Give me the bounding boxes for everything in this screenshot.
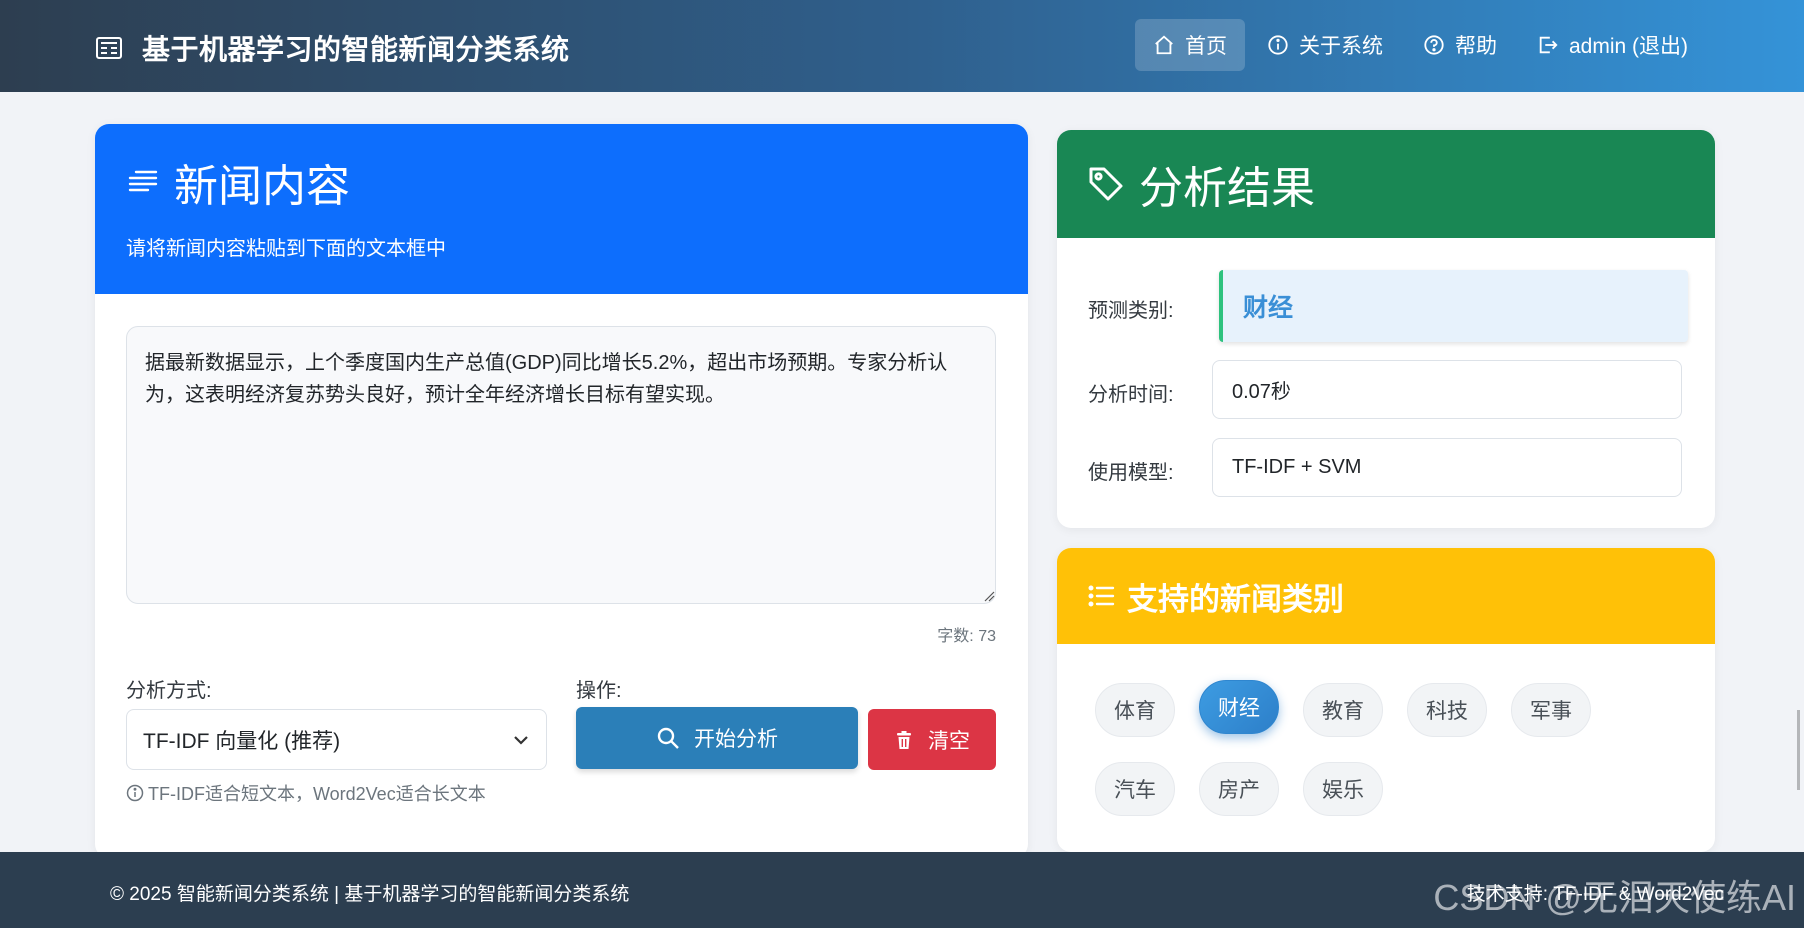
category-chip-tech[interactable]: 科技: [1407, 683, 1487, 737]
nav-item-label: 帮助: [1454, 35, 1497, 58]
category-chip-military[interactable]: 军事: [1511, 683, 1591, 737]
nav-item-label: admin (退出): [1568, 35, 1688, 58]
tag-icon: [1089, 167, 1123, 201]
category-chip-entertainment[interactable]: 娱乐: [1303, 762, 1383, 816]
home-icon: [1155, 35, 1173, 55]
nav-item-logout[interactable]: admin (退出): [1519, 19, 1706, 71]
method-select-value: TF-IDF 向量化 (推荐): [143, 729, 341, 753]
brand-title: 基于机器学习的智能新闻分类系统: [142, 34, 570, 65]
clear-button[interactable]: 清空: [868, 709, 996, 770]
nav-menu: 首页 关于系统 帮助 admin (退出): [1131, 19, 1706, 71]
news-card-header: 新闻内容 请将新闻内容粘贴到下面的文本框中: [95, 124, 1028, 294]
list-icon: [1088, 585, 1115, 607]
info-icon: [1268, 35, 1288, 55]
action-label: 操作:: [576, 680, 622, 702]
brand[interactable]: 基于机器学习的智能新闻分类系统: [94, 28, 570, 68]
help-icon: [1424, 35, 1444, 55]
method-label: 分析方式:: [126, 680, 212, 702]
news-textarea[interactable]: 据最新数据显示，上个季度国内生产总值(GDP)同比增长5.2%，超出市场预期。专…: [126, 326, 996, 604]
logout-icon: [1539, 36, 1558, 54]
resize-grip-icon[interactable]: [983, 590, 995, 602]
nav-item-label: 首页: [1184, 35, 1227, 58]
method-hint-text: TF-IDF适合短文本，Word2Vec适合长文本: [148, 784, 486, 804]
news-card-subtitle: 请将新闻内容粘贴到下面的文本框中: [126, 238, 446, 260]
categories-card: 支持的新闻类别 体育 财经 教育 科技 军事 汽车 房产 娱乐: [1057, 548, 1715, 852]
method-select[interactable]: TF-IDF 向量化 (推荐): [126, 709, 547, 770]
category-chip-education[interactable]: 教育: [1303, 683, 1383, 737]
result-card: 分析结果 预测类别: 财经 分析时间: 0.07秒 使用模型: TF-IDF +…: [1057, 130, 1715, 528]
text-lines-icon: [128, 170, 158, 192]
category-chip-realestate[interactable]: 房产: [1199, 762, 1279, 816]
nav-item-label: 关于系统: [1298, 35, 1383, 58]
char-count: 字数: 73: [937, 628, 996, 645]
result-card-title: 分析结果: [1139, 164, 1315, 213]
method-hint: TF-IDF适合短文本，Word2Vec适合长文本: [126, 780, 486, 806]
predicted-value: 财经: [1219, 270, 1688, 342]
category-chip-finance[interactable]: 财经: [1199, 680, 1279, 734]
chevron-down-icon: [514, 735, 528, 745]
info-icon: [126, 784, 144, 802]
news-card: 新闻内容 请将新闻内容粘贴到下面的文本框中 据最新数据显示，上个季度国内生产总值…: [95, 124, 1028, 858]
time-label: 分析时间:: [1088, 384, 1174, 406]
time-value: 0.07秒: [1212, 360, 1682, 419]
result-card-header: 分析结果: [1057, 130, 1715, 238]
nav-item-home[interactable]: 首页: [1134, 19, 1245, 71]
trash-icon: [897, 730, 911, 749]
search-icon: [657, 727, 679, 749]
nav-item-about[interactable]: 关于系统: [1249, 19, 1401, 71]
category-chip-sports[interactable]: 体育: [1095, 683, 1175, 737]
footer: © 2025 智能新闻分类系统 | 基于机器学习的智能新闻分类系统 技术支持: …: [0, 852, 1804, 928]
categories-card-title: 支持的新闻类别: [1127, 581, 1344, 617]
nav-item-help[interactable]: 帮助: [1405, 19, 1515, 71]
analyze-button-label: 开始分析: [694, 728, 778, 751]
category-chip-auto[interactable]: 汽车: [1095, 762, 1175, 816]
clear-button-label: 清空: [928, 729, 970, 753]
model-value: TF-IDF + SVM: [1212, 438, 1682, 497]
model-label: 使用模型:: [1088, 462, 1174, 484]
navbar: 基于机器学习的智能新闻分类系统 首页 关于系统 帮助 admin (退出): [0, 0, 1804, 92]
footer-copyright: © 2025 智能新闻分类系统 | 基于机器学习的智能新闻分类系统: [110, 884, 630, 905]
categories-card-header: 支持的新闻类别: [1057, 548, 1715, 644]
watermark: CSDN @无泪天使练AI: [1433, 877, 1796, 918]
scrollbar[interactable]: [1797, 710, 1800, 790]
newspaper-icon: [96, 37, 122, 59]
news-card-title: 新闻内容: [174, 162, 350, 211]
analyze-button[interactable]: 开始分析: [576, 707, 858, 769]
predicted-label: 预测类别:: [1088, 300, 1174, 322]
